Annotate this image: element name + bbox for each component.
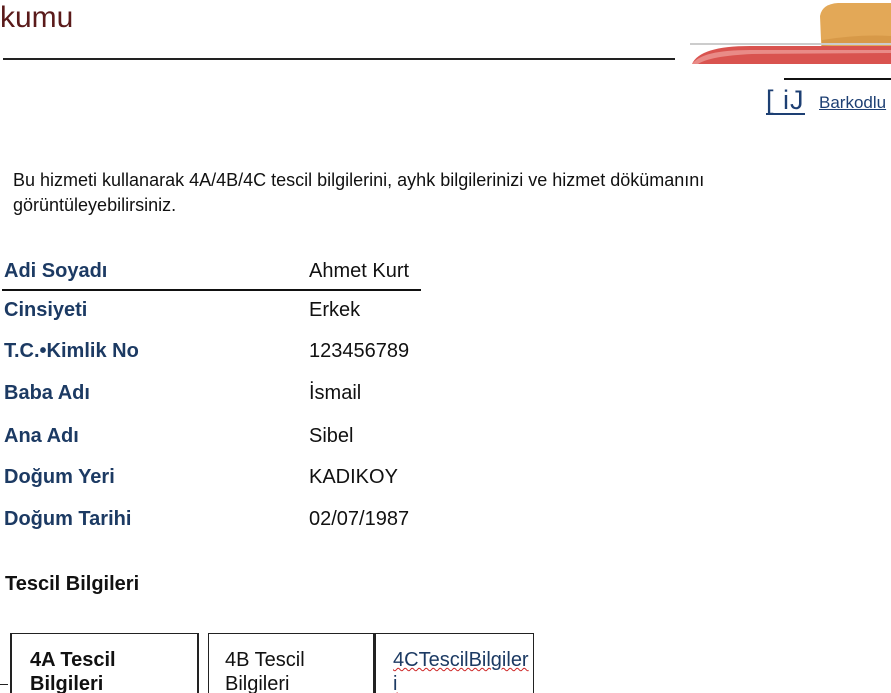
label-father: Baba Adı <box>4 382 90 404</box>
name-divider <box>2 289 421 291</box>
intro-text: Bu hizmeti kullanarak 4A/4B/4C tescil bi… <box>13 170 705 215</box>
value-tc-no: 123456789 <box>309 340 410 362</box>
label-name: Adi Soyadı <box>4 260 108 282</box>
label-mother: Ana Adı <box>4 425 79 447</box>
title-divider <box>3 58 675 60</box>
tab-4b-registration[interactable]: 4B Tescil Bilgileri <box>208 633 375 693</box>
value-gender: Erkek <box>309 299 361 321</box>
table-edge-mark <box>0 684 8 685</box>
label-birth-place: Doğum Yeri <box>4 466 115 488</box>
tab-4c-registration[interactable]: 4CTescilBilgileri <box>375 633 534 693</box>
tab-4a-registration[interactable]: 4A Tescil Bilgileri <box>10 633 199 693</box>
tab-4c-label: 4CTescilBilgileri <box>393 649 529 693</box>
label-tc-no: T.C.•Kimlik No <box>4 340 139 362</box>
page-title: kumu <box>0 1 74 34</box>
tab-4b-label: 4B Tescil Bilgileri <box>225 649 305 693</box>
label-gender: Cinsiyeti <box>4 299 88 321</box>
label-birth-date: Doğum Tarihi <box>4 508 132 530</box>
barcode-icon[interactable]: [ iJ <box>766 84 805 116</box>
value-birth-date: 02/07/1987 <box>309 508 410 530</box>
value-birth-place: KADIKOY <box>309 466 398 488</box>
value-mother: Sibel <box>309 425 354 447</box>
value-father: İsmail <box>309 382 362 404</box>
header-decoration <box>690 0 891 64</box>
barcode-link[interactable]: Barkodlu <box>819 93 886 113</box>
value-name: Ahmet Kurt <box>309 260 410 282</box>
registration-title: Tescil Bilgileri <box>5 573 140 595</box>
barcode-divider <box>784 78 891 80</box>
tab-4a-label: 4A Tescil Bilgileri <box>30 649 116 693</box>
